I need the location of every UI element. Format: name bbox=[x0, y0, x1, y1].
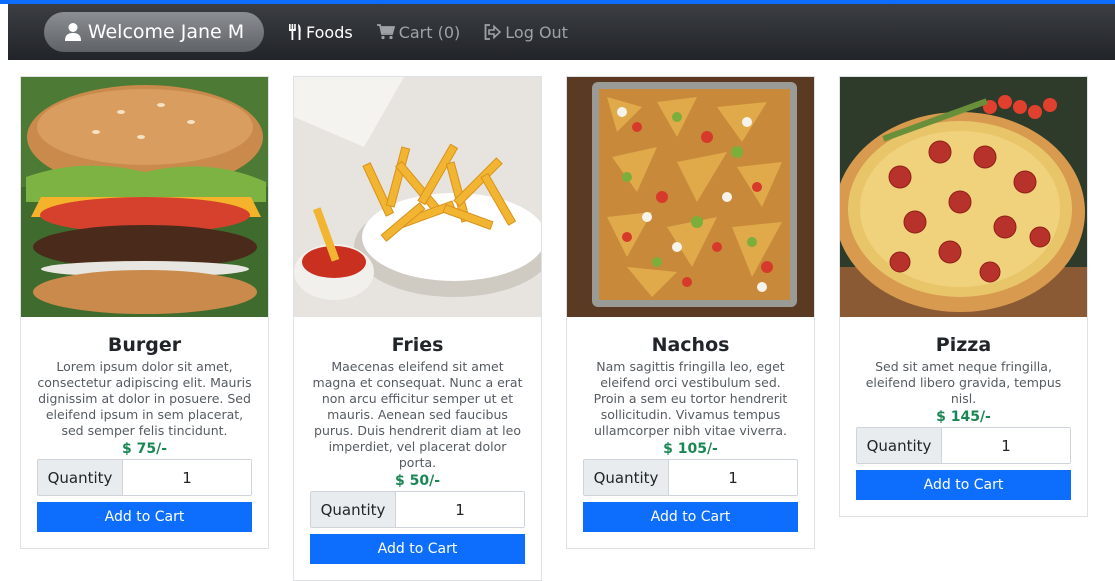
product-title: Pizza bbox=[935, 334, 992, 356]
quantity-label: Quantity bbox=[584, 460, 669, 495]
quantity-input[interactable] bbox=[669, 460, 797, 495]
add-to-cart-button[interactable]: Add to Cart bbox=[37, 502, 252, 532]
nav-cart-label: Cart (0) bbox=[398, 22, 461, 42]
add-to-cart-button[interactable]: Add to Cart bbox=[310, 534, 525, 564]
nav-logout-label: Log Out bbox=[505, 22, 568, 42]
product-price: $ 50/- bbox=[394, 473, 441, 489]
product-title: Burger bbox=[107, 334, 182, 356]
add-to-cart-button[interactable]: Add to Cart bbox=[856, 470, 1071, 500]
product-title: Fries bbox=[391, 334, 444, 356]
quantity-input[interactable] bbox=[396, 492, 524, 527]
welcome-text: Welcome Jane M bbox=[87, 21, 245, 43]
quantity-input[interactable] bbox=[123, 460, 251, 495]
product-card-burger: Burger Lorem ipsum dolor sit amet, conse… bbox=[20, 76, 269, 549]
fries-image bbox=[294, 77, 541, 317]
quantity-group: Quantity bbox=[37, 459, 252, 496]
nav-foods-link[interactable]: Foods bbox=[288, 23, 353, 42]
logout-icon bbox=[484, 24, 502, 40]
add-to-cart-button[interactable]: Add to Cart bbox=[583, 502, 798, 532]
cart-icon bbox=[376, 24, 395, 40]
quantity-group: Quantity bbox=[310, 491, 525, 528]
top-navbar: Welcome Jane M Foods Cart (0) Log Out bbox=[8, 4, 1115, 60]
quantity-input[interactable] bbox=[942, 428, 1070, 463]
nav-cart-link[interactable]: Cart (0) bbox=[376, 22, 461, 42]
product-card-nachos: Nachos Nam sagittis fringilla leo, eget … bbox=[566, 76, 815, 549]
quantity-group: Quantity bbox=[856, 427, 1071, 464]
pizza-image bbox=[840, 77, 1087, 317]
product-description: Sed sit amet neque fringilla, eleifend l… bbox=[865, 359, 1062, 406]
nav-foods-label: Foods bbox=[306, 22, 353, 42]
product-price: $ 105/- bbox=[663, 441, 718, 457]
product-description: Nam sagittis fringilla leo, eget eleifen… bbox=[593, 359, 788, 438]
welcome-user-button[interactable]: Welcome Jane M bbox=[44, 12, 264, 52]
product-card-fries: Fries Maecenas eleifend sit amet magna e… bbox=[293, 76, 542, 581]
product-description: Maecenas eleifend sit amet magna et cons… bbox=[312, 359, 523, 470]
user-icon bbox=[64, 23, 81, 41]
nav-logout-link[interactable]: Log Out bbox=[484, 23, 568, 42]
burger-image bbox=[21, 77, 268, 317]
quantity-label: Quantity bbox=[311, 492, 396, 527]
product-description: Lorem ipsum dolor sit amet, consectetur … bbox=[37, 359, 252, 438]
utensils-icon bbox=[289, 24, 301, 40]
quantity-label: Quantity bbox=[38, 460, 123, 495]
nachos-image bbox=[567, 77, 814, 317]
product-title: Nachos bbox=[651, 334, 730, 356]
product-price: $ 145/- bbox=[936, 409, 991, 425]
quantity-label: Quantity bbox=[857, 428, 942, 463]
product-price: $ 75/- bbox=[121, 441, 168, 457]
quantity-group: Quantity bbox=[583, 459, 798, 496]
product-card-pizza: Pizza Sed sit amet neque fringilla, elei… bbox=[839, 76, 1088, 517]
